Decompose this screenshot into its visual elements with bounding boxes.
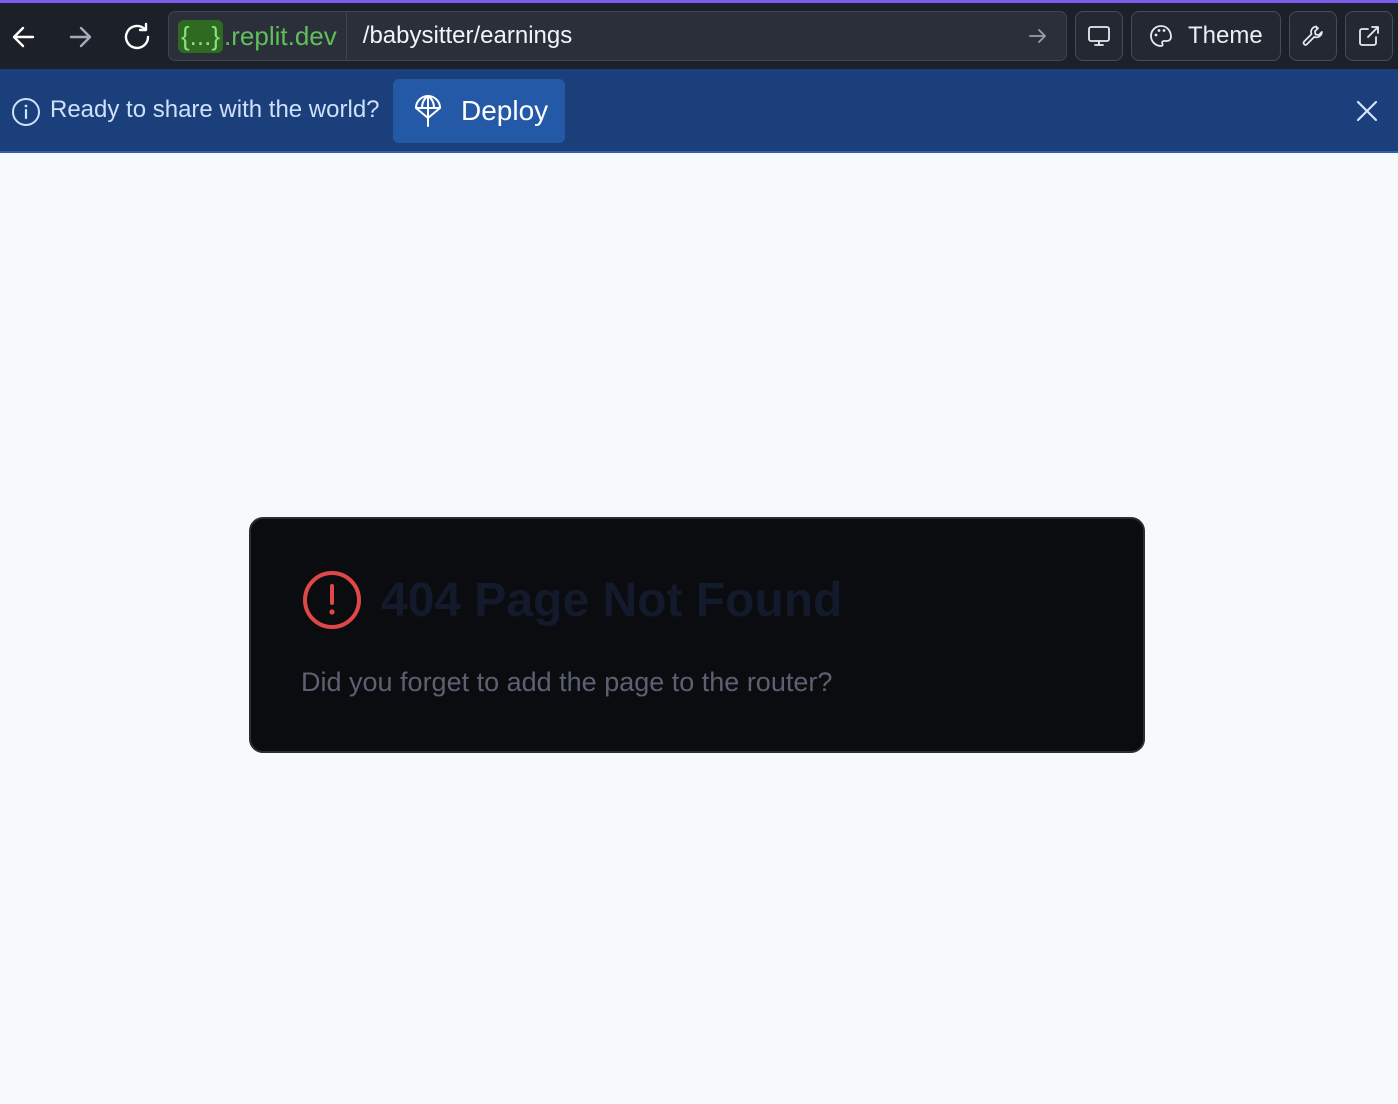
forward-arrow-icon bbox=[69, 26, 92, 48]
deploy-button[interactable]: Deploy bbox=[393, 79, 565, 143]
back-button[interactable] bbox=[2, 15, 46, 59]
reload-icon bbox=[124, 22, 150, 50]
reload-button[interactable] bbox=[115, 15, 159, 59]
banner-message: Ready to share with the world? bbox=[50, 96, 380, 123]
devtools-button[interactable] bbox=[1289, 11, 1337, 61]
url-domain: {...} .replit.dev bbox=[169, 12, 347, 60]
deploy-label: Deploy bbox=[461, 95, 549, 126]
go-button[interactable] bbox=[1018, 16, 1058, 56]
url-domain-prefix: {...} bbox=[178, 19, 224, 53]
theme-button[interactable]: Theme bbox=[1131, 11, 1281, 61]
info-icon bbox=[12, 98, 40, 126]
deploy-banner: Ready to share with the world? Deploy bbox=[0, 69, 1398, 153]
open-new-tab-button[interactable] bbox=[1345, 11, 1393, 61]
device-preview-button[interactable] bbox=[1075, 11, 1123, 61]
address-bar[interactable]: {...} .replit.dev /babysitter/earnings bbox=[168, 11, 1067, 61]
back-arrow-icon bbox=[12, 26, 35, 48]
external-link-icon bbox=[1359, 26, 1379, 46]
deploy-icon bbox=[415, 95, 441, 127]
url-domain-suffix: .replit.dev bbox=[224, 20, 337, 51]
wrench-icon bbox=[1302, 25, 1323, 46]
not-found-card: 404 Page Not Found Did you forget to add… bbox=[249, 517, 1145, 753]
monitor-icon bbox=[1088, 26, 1110, 46]
close-icon[interactable] bbox=[1350, 94, 1384, 128]
browser-toolbar: {...} .replit.dev /babysitter/earnings T… bbox=[0, 3, 1398, 69]
theme-label: Theme bbox=[1188, 22, 1263, 49]
forward-button[interactable] bbox=[58, 15, 102, 59]
error-description: Did you forget to add the page to the ro… bbox=[301, 667, 833, 697]
alert-circle-icon bbox=[303, 571, 361, 629]
page-title: 404 Page Not Found bbox=[381, 574, 843, 627]
url-path[interactable]: /babysitter/earnings bbox=[347, 22, 1018, 50]
go-arrow-icon bbox=[1029, 29, 1046, 43]
palette-icon bbox=[1150, 25, 1172, 47]
